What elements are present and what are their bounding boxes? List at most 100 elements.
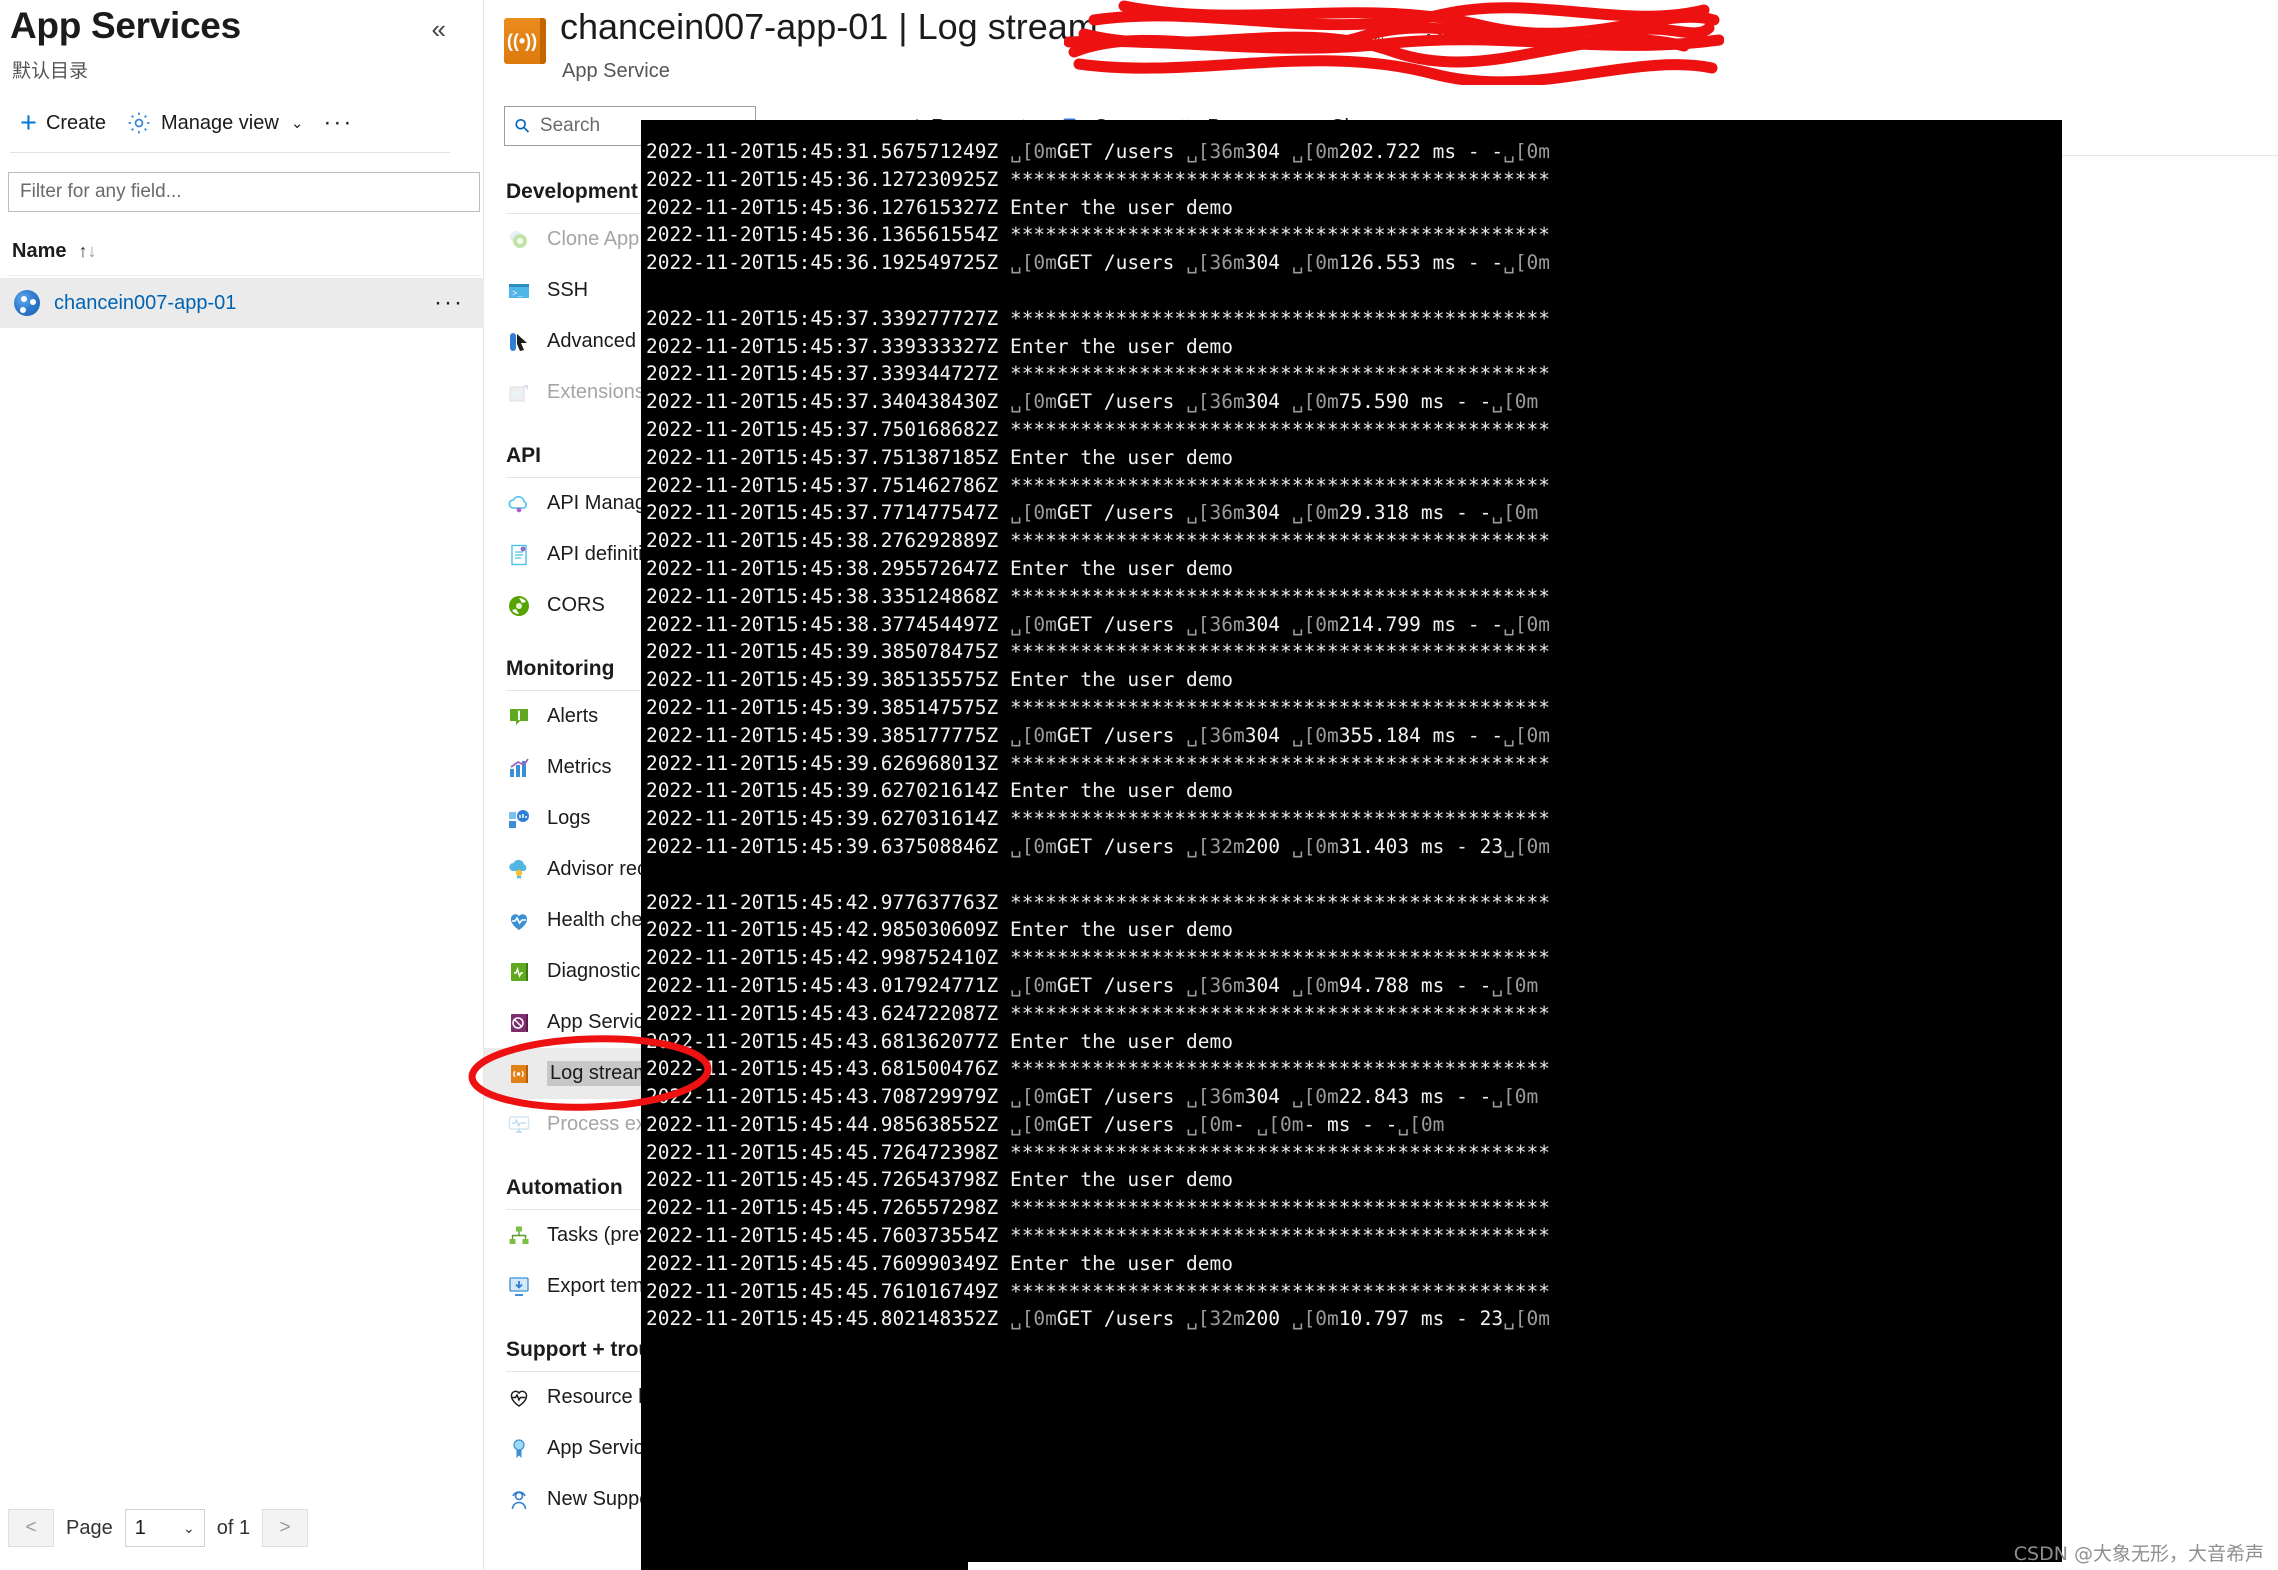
column-header-name: Name bbox=[12, 240, 67, 262]
log-line: 2022-11-20T15:45:36.127615327Z Enter the… bbox=[646, 195, 1234, 219]
log-line: 2022-11-20T15:45:38.276292889Z *********… bbox=[646, 529, 1550, 553]
log-line: 2022-11-20T15:45:39.385078475Z *********… bbox=[646, 640, 1550, 664]
process-explorer-icon bbox=[506, 1112, 532, 1138]
filter-input[interactable] bbox=[8, 172, 480, 212]
directory-subtitle: 默认目录 bbox=[12, 61, 89, 82]
log-line: 2022-11-20T15:45:42.977637763Z *********… bbox=[646, 890, 1550, 914]
sidebar-item-label: Clone App bbox=[547, 228, 640, 250]
log-line: 2022-11-20T15:45:39.627031614Z *********… bbox=[646, 807, 1550, 831]
log-line: 2022-11-20T15:45:39.385135575Z Enter the… bbox=[646, 668, 1234, 692]
log-line: 2022-11-20T15:45:37.340438430Z ␣[0mGET /… bbox=[646, 390, 1539, 414]
log-stream-blade: ((•)) chancein007-app-01 | Log stream Ap… bbox=[484, 0, 2278, 1570]
broadcast-glyph: ((•)) bbox=[506, 30, 538, 51]
export-template-icon bbox=[506, 1274, 532, 1300]
log-line: 2022-11-20T15:45:38.295572647Z Enter the… bbox=[646, 556, 1234, 580]
log-line: 2022-11-20T15:45:38.377454497Z ␣[0mGET /… bbox=[646, 612, 1551, 636]
resource-type-label: App Service bbox=[562, 60, 670, 82]
log-line: 2022-11-20T15:45:45.802148352Z ␣[0mGET /… bbox=[646, 1307, 1551, 1331]
log-line: 2022-11-20T15:45:39.385177775Z ␣[0mGET /… bbox=[646, 723, 1551, 747]
log-line: 2022-11-20T15:45:37.339277727Z *********… bbox=[646, 306, 1550, 330]
log-line: 2022-11-20T15:45:43.681362077Z Enter the… bbox=[646, 1029, 1234, 1053]
log-line: 2022-11-20T15:45:37.751387185Z Enter the… bbox=[646, 445, 1234, 469]
app-service-icon: ((•)) bbox=[504, 18, 546, 64]
page-title: App Services bbox=[10, 5, 241, 46]
app-service-advisor-icon bbox=[506, 1436, 532, 1462]
sort-icon[interactable]: ↑↓ bbox=[78, 241, 96, 262]
sidebar-item-label: Log stream bbox=[547, 1061, 654, 1086]
cors-icon bbox=[506, 593, 532, 619]
plus-icon: + bbox=[20, 106, 37, 139]
log-line: 2022-11-20T15:45:45.726543798Z Enter the… bbox=[646, 1168, 1234, 1192]
page-title: | Log stream bbox=[898, 6, 1098, 47]
table-row[interactable]: chancein007-app-01 ··· bbox=[0, 278, 484, 328]
chevron-down-icon: ⌄ bbox=[182, 1519, 195, 1536]
ssh-icon: >_ bbox=[506, 278, 532, 304]
command-bar: + Create Manage view ⌄ ··· bbox=[10, 100, 450, 146]
health-check-icon bbox=[506, 908, 532, 934]
log-line: 2022-11-20T15:45:45.760373554Z *********… bbox=[646, 1224, 1550, 1248]
api-management-icon bbox=[506, 491, 532, 517]
previous-page-button[interactable]: < bbox=[8, 1509, 54, 1547]
log-line: 2022-11-20T15:45:43.681500476Z *********… bbox=[646, 1057, 1550, 1081]
log-line: 2022-11-20T15:45:39.626968013Z *********… bbox=[646, 751, 1550, 775]
svg-text:>_: >_ bbox=[512, 289, 523, 299]
favorite-star-icon[interactable]: ☆ bbox=[1364, 16, 1391, 51]
gear-icon bbox=[126, 110, 152, 136]
api-definition-icon bbox=[506, 542, 532, 568]
blade-more-menu-button[interactable]: ··· bbox=[1424, 18, 1458, 50]
sidebar-item-label: Extensions bbox=[547, 381, 645, 403]
log-line: 2022-11-20T15:45:39.637508846Z ␣[0mGET /… bbox=[646, 834, 1551, 858]
create-button[interactable]: + Create bbox=[10, 108, 116, 139]
resource-health-icon bbox=[506, 1385, 532, 1411]
page-number-select[interactable]: 1 ⌄ bbox=[124, 1509, 205, 1547]
log-line: 2022-11-20T15:45:38.335124868Z *********… bbox=[646, 584, 1550, 608]
sidebar-item-label: Alerts bbox=[547, 705, 599, 727]
log-line: 2022-11-20T15:45:45.761016749Z *********… bbox=[646, 1279, 1550, 1303]
log-line: 2022-11-20T15:45:36.136561554Z *********… bbox=[646, 223, 1550, 247]
collapse-left-blade-icon[interactable]: « bbox=[432, 16, 446, 42]
log-line: 2022-11-20T15:45:31.567571249Z ␣[0mGET /… bbox=[646, 140, 1551, 163]
resource-name-link[interactable]: chancein007-app-01 bbox=[54, 292, 236, 315]
log-line: 2022-11-20T15:45:37.339333327Z Enter the… bbox=[646, 334, 1234, 358]
manage-view-button[interactable]: Manage view ⌄ bbox=[116, 106, 313, 140]
log-line: 2022-11-20T15:45:39.385147575Z *********… bbox=[646, 695, 1550, 719]
log-line: 2022-11-20T15:45:43.624722087Z *********… bbox=[646, 1001, 1550, 1025]
log-line: 2022-11-20T15:45:37.339344727Z *********… bbox=[646, 362, 1550, 386]
log-line: 2022-11-20T15:45:37.771477547Z ␣[0mGET /… bbox=[646, 501, 1539, 525]
log-line: 2022-11-20T15:45:45.760990349Z Enter the… bbox=[646, 1251, 1234, 1275]
page-number-value: 1 bbox=[134, 1516, 146, 1539]
row-context-menu-button[interactable]: ··· bbox=[434, 289, 464, 317]
clone-app-icon bbox=[506, 227, 532, 253]
app-service-resource-icon bbox=[14, 290, 40, 316]
list-column-header: Name ↑↓ bbox=[8, 228, 482, 276]
extensions-icon bbox=[506, 380, 532, 406]
more-commands-button[interactable]: ··· bbox=[313, 109, 363, 137]
app-service-logs-icon bbox=[506, 1010, 532, 1036]
log-line: 2022-11-20T15:45:42.998752410Z *********… bbox=[646, 946, 1550, 970]
log-line: 2022-11-20T15:45:36.192549725Z ␣[0mGET /… bbox=[646, 251, 1551, 275]
log-line: 2022-11-20T15:45:43.708729979Z ␣[0mGET /… bbox=[646, 1085, 1539, 1109]
log-line: 2022-11-20T15:45:37.750168682Z *********… bbox=[646, 417, 1550, 441]
log-stream-console[interactable]: 2022-11-20T15:45:31.567571249Z ␣[0mGET /… bbox=[641, 120, 2062, 1570]
log-stream-icon bbox=[506, 1061, 532, 1087]
sidebar-item-label: Metrics bbox=[547, 756, 612, 778]
search-icon: ⚲ bbox=[510, 113, 536, 139]
advanced-tools-icon bbox=[506, 329, 532, 355]
create-button-label: Create bbox=[45, 111, 106, 134]
manage-view-label: Manage view bbox=[160, 111, 279, 134]
azure-portal-screen: App Services 默认目录 « + Create Manage view… bbox=[0, 0, 2278, 1570]
alerts-icon bbox=[506, 704, 532, 730]
sidebar-item-label: SSH bbox=[547, 279, 589, 301]
metrics-icon bbox=[506, 755, 532, 781]
log-line: 2022-11-20T15:45:37.751462786Z *********… bbox=[646, 473, 1550, 497]
tasks-icon bbox=[506, 1223, 532, 1249]
logs-icon bbox=[506, 806, 532, 832]
log-lines: 2022-11-20T15:45:31.567571249Z ␣[0mGET /… bbox=[641, 120, 2062, 1333]
redaction-scribble bbox=[1064, 0, 1724, 85]
log-line: 2022-11-20T15:45:45.726557298Z *********… bbox=[646, 1196, 1550, 1220]
diagnostic-settings-icon bbox=[506, 959, 532, 985]
sidebar-item-label: Logs bbox=[547, 807, 591, 829]
next-page-button[interactable]: > bbox=[262, 1509, 309, 1547]
